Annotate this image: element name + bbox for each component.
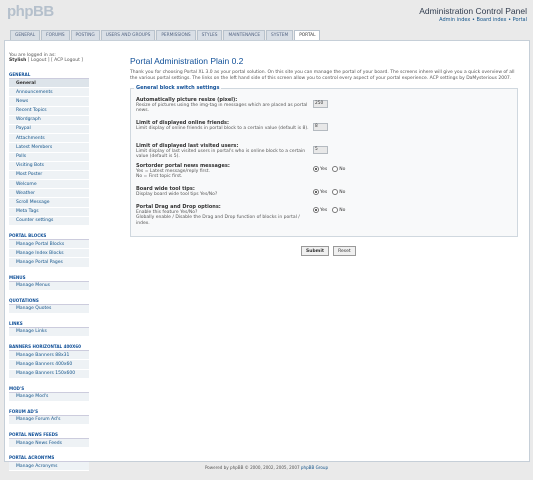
footer: Powered by phpBB © 2000, 2002, 2005, 200… bbox=[204, 465, 329, 470]
setting-description: Yes = Latest message/reply first. No = F… bbox=[136, 169, 210, 180]
radio-yes[interactable] bbox=[313, 166, 319, 172]
tab-general[interactable]: GENERAL bbox=[10, 30, 41, 40]
sidebar-menu: General General Announcements News Recent To… bbox=[9, 72, 89, 472]
sidebar-item-manage-mod-s[interactable]: Manage Mod's bbox=[9, 392, 89, 402]
tab-styles[interactable]: STYLES bbox=[196, 30, 223, 40]
phpbb-logo[interactable]: phpBB bbox=[7, 3, 54, 20]
sidebar-item-manage-portal-blocks[interactable]: Manage Portal Blocks bbox=[9, 240, 89, 250]
number-input[interactable]: 250 bbox=[313, 100, 328, 108]
logout-link[interactable]: [ Logout ] bbox=[28, 58, 50, 63]
setting-row: Limit of displayed online friends: Limit … bbox=[136, 120, 516, 131]
menu-heading: Portal Acronyms bbox=[9, 455, 89, 463]
tab-system[interactable]: SYSTEM bbox=[266, 30, 294, 40]
main-content: Portal Administration Plain 0.2 Thank yo… bbox=[130, 56, 518, 237]
form-buttons: Submit Reset bbox=[301, 246, 360, 256]
setting-description: Limit display of last visited users in p… bbox=[136, 149, 306, 160]
menu-heading: Links bbox=[9, 321, 89, 328]
radio-label: No bbox=[339, 189, 346, 195]
sidebar-item-welcome[interactable]: Welcome bbox=[9, 180, 89, 190]
sidebar-item-polls[interactable]: Polls bbox=[9, 152, 89, 162]
menu-heading: Banners Horizontal 400x60 bbox=[9, 344, 89, 352]
content-panel: You are logged in as: Stylish [ Logout ]… bbox=[4, 40, 530, 472]
radio-no[interactable] bbox=[332, 207, 339, 213]
sidebar-item-paypal[interactable]: Paypal bbox=[9, 124, 89, 135]
menu-heading: Portal Blocks bbox=[9, 233, 89, 240]
number-input[interactable]: 8 bbox=[313, 123, 328, 131]
sidebar-item-manage-banners-88x31[interactable]: Manage Banners 88x31 bbox=[9, 351, 89, 361]
tab-posting[interactable]: POSTING bbox=[70, 30, 100, 40]
sidebar-item-weather[interactable]: Weather bbox=[9, 189, 89, 199]
setting-description: Display board wide tool tips Yes/No? bbox=[136, 192, 218, 197]
board-index-link[interactable]: Board index bbox=[477, 17, 507, 23]
radio-yes[interactable] bbox=[313, 189, 319, 195]
sidebar-item-manage-links[interactable]: Manage Links bbox=[9, 327, 89, 338]
setting-description: Enable this feature Yes/No? Globally ena… bbox=[136, 210, 300, 226]
tab-users-and-groups[interactable]: USERS AND GROUPS bbox=[100, 30, 156, 40]
sidebar-item-latest-members[interactable]: Latest Members bbox=[9, 143, 89, 153]
radio-label: Yes bbox=[320, 189, 328, 195]
tab-forums[interactable]: FORUMS bbox=[41, 30, 70, 40]
number-input[interactable]: 5 bbox=[313, 146, 328, 154]
admin-index-link[interactable]: Admin index bbox=[439, 17, 470, 23]
menu-heading: Portal News Feeds bbox=[9, 432, 89, 440]
menu-heading: Quotations bbox=[9, 298, 89, 305]
tab-permissions[interactable]: PERMISSIONS bbox=[156, 30, 196, 40]
intro-text: Thank you for choosing Portal XL 3.0 as … bbox=[130, 70, 515, 81]
sidebar-item-manage-forum-ad-s[interactable]: Manage Forum Ad's bbox=[9, 415, 89, 426]
portal-link[interactable]: Portal bbox=[513, 17, 527, 23]
sidebar-item-announcements[interactable]: Announcements bbox=[9, 88, 89, 98]
sidebar-item-manage-portal-pages[interactable]: Manage Portal Pages bbox=[9, 258, 89, 268]
sidebar-item-attachments[interactable]: Attachments bbox=[9, 134, 89, 144]
sidebar-item-manage-index-blocks[interactable]: Manage Index Blocks bbox=[9, 249, 89, 259]
setting-row: Board wide tool tips: Display board wide … bbox=[136, 186, 516, 197]
sidebar-item-wordgraph[interactable]: Wordgraph bbox=[9, 115, 89, 125]
radio-label: No bbox=[339, 166, 346, 172]
tab-bar: GENERAL FORUMS POSTING USERS AND GROUPS PERM… bbox=[10, 30, 321, 40]
setting-row: Automatically picture resize (pixel): Res… bbox=[136, 97, 516, 114]
setting-row: Sortorder portal news messages: Yes = Lat… bbox=[136, 163, 516, 180]
settings-legend: General block switch settings bbox=[136, 85, 220, 91]
sidebar-item-manage-banners-400x60[interactable]: Manage Banners 400x60 bbox=[9, 360, 89, 370]
panel-title: Administration Control Panel bbox=[419, 6, 527, 16]
page-title: Portal Administration Plain 0.2 bbox=[130, 56, 244, 66]
phpbb-group-link[interactable]: phpBB Group bbox=[301, 465, 328, 470]
settings-fieldset: General block switch settings Automatica… bbox=[130, 85, 518, 237]
sidebar-item-visiting-bots[interactable]: Visiting Bots bbox=[9, 161, 89, 171]
radio-label: Yes bbox=[320, 207, 328, 213]
username-link[interactable]: Stylish bbox=[9, 58, 26, 63]
header-links: Admin index • Board index • Portal bbox=[439, 17, 527, 23]
sidebar-item-recent-topics[interactable]: Recent Topics bbox=[9, 106, 89, 116]
login-info: You are logged in as: Stylish [ Logout ]… bbox=[9, 53, 84, 63]
sidebar-item-counter-settings[interactable]: Counter settings bbox=[9, 216, 89, 226]
menu-heading: Menus bbox=[9, 275, 89, 282]
sidebar-item-manage-quotes[interactable]: Manage Quotes bbox=[9, 304, 89, 314]
sidebar-item-general[interactable]: General bbox=[9, 79, 89, 89]
sidebar-item-meta-tags[interactable]: Meta Tags bbox=[9, 207, 89, 217]
radio-no[interactable] bbox=[332, 166, 339, 172]
header: phpBB Administration Control Panel Admin… bbox=[0, 0, 533, 30]
setting-row: Limit of displayed last visited users: Li… bbox=[136, 143, 516, 160]
reset-button[interactable]: Reset bbox=[333, 246, 356, 256]
sidebar-item-scroll-message[interactable]: Scroll Message bbox=[9, 198, 89, 208]
menu-heading: Mod's bbox=[9, 386, 89, 393]
submit-button[interactable]: Submit bbox=[301, 246, 330, 256]
sidebar-item-most-poster[interactable]: Most Poster bbox=[9, 170, 89, 181]
menu-heading: General bbox=[9, 72, 89, 79]
sidebar-item-news[interactable]: News bbox=[9, 97, 89, 107]
sidebar-item-manage-news-feeds[interactable]: Manage News Feeds bbox=[9, 439, 89, 449]
setting-description: Resize of pictures using the img-tag in … bbox=[136, 103, 308, 114]
setting-description: Limit display of online friends in porta… bbox=[136, 126, 309, 131]
radio-label: Yes bbox=[320, 166, 328, 172]
tab-portal[interactable]: PORTAL bbox=[294, 30, 321, 40]
acp-logout-link[interactable]: [ ACP Logout ] bbox=[51, 58, 83, 63]
radio-yes[interactable] bbox=[313, 207, 319, 213]
radio-no[interactable] bbox=[332, 189, 339, 195]
sidebar-item-manage-menus[interactable]: Manage Menus bbox=[9, 281, 89, 291]
sidebar: You are logged in as: Stylish [ Logout ]… bbox=[9, 53, 89, 472]
setting-row: Portal Drag and Drop options: Enable this… bbox=[136, 204, 516, 226]
menu-heading: Forum Ad's bbox=[9, 409, 89, 416]
tab-maintenance[interactable]: MAINTENANCE bbox=[223, 30, 266, 40]
sidebar-item-manage-banners-150x600[interactable]: Manage Banners 150x600 bbox=[9, 369, 89, 379]
radio-label: No bbox=[339, 207, 346, 213]
